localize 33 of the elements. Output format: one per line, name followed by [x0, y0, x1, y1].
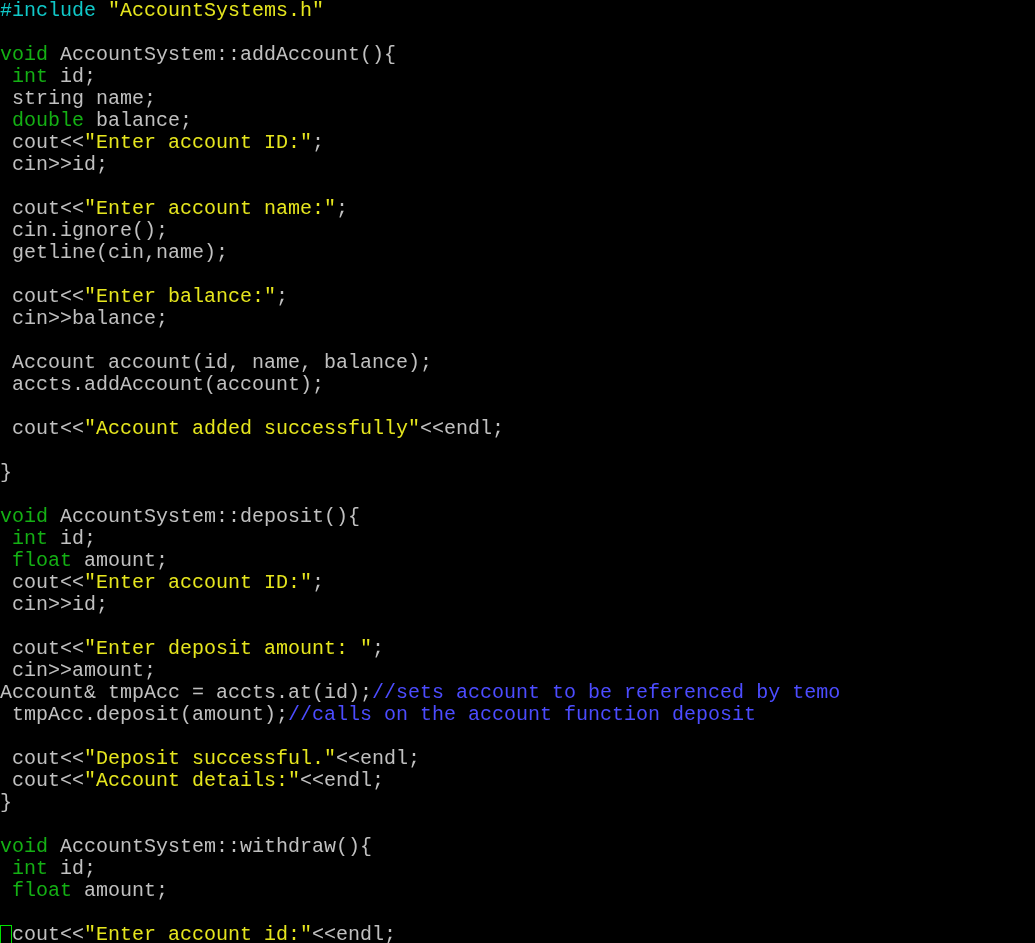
code-line: void AccountSystem::addAccount(){ — [0, 44, 397, 66]
code-line: cin.ignore(); — [11, 220, 169, 242]
code-line: void AccountSystem::withdraw(){ — [0, 836, 373, 858]
code-line: cin>>id; — [11, 154, 109, 176]
code-line: cin>>id; — [11, 594, 109, 616]
code-line: } — [0, 792, 12, 814]
code-line: cout<<"Enter account ID:"; — [11, 572, 325, 594]
code-line: cout<<"Account added successfully"<<endl; — [11, 418, 505, 440]
code-line: cout<<"Enter balance:"; — [11, 286, 289, 308]
code-line: void AccountSystem::deposit(){ — [0, 506, 361, 528]
code-line: accts.addAccount(account); — [11, 374, 325, 396]
code-line: #include "AccountSystems.h" — [0, 0, 325, 22]
code-line: float amount; — [11, 550, 169, 572]
code-line: cout<<"Enter account ID:"; — [11, 132, 325, 154]
code-line: cin>>balance; — [11, 308, 169, 330]
code-line: } — [0, 462, 12, 484]
code-line: cout<<"Deposit successful."<<endl; — [11, 748, 421, 770]
text-cursor — [0, 925, 12, 943]
code-line: Account account(id, name, balance); — [11, 352, 433, 374]
code-line: int id; — [11, 66, 97, 88]
code-line: float amount; — [11, 880, 169, 902]
code-line: cout<<"Enter account name:"; — [11, 198, 349, 220]
code-line: getline(cin,name); — [11, 242, 229, 264]
code-line: tmpAcc.deposit(amount);//calls on the account function deposit — [11, 704, 757, 726]
code-line: Account& tmpAcc = accts.at(id);//sets account to be referenced by temo — [0, 682, 841, 704]
code-line: cout<<"Enter deposit amount: "; — [11, 638, 385, 660]
code-line: cout<<"Enter account id:"<<endl; — [12, 924, 397, 943]
code-line: string name; — [11, 88, 157, 110]
code-line: cout<<"Account details:"<<endl; — [11, 770, 385, 792]
code-line: cin>>amount; — [11, 660, 157, 682]
code-line: int id; — [11, 528, 97, 550]
code-line: int id; — [11, 858, 97, 880]
code-line: double balance; — [11, 110, 193, 132]
